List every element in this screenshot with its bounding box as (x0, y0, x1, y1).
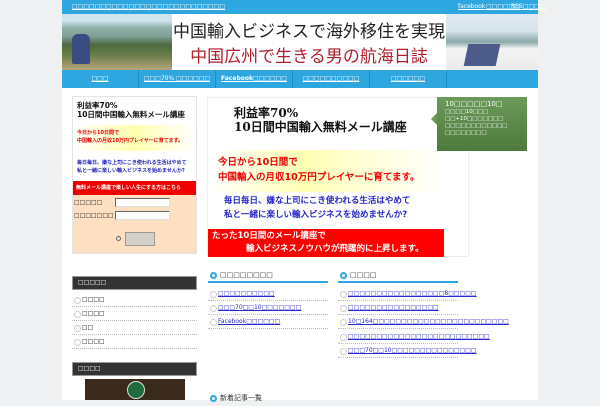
banner-yellow-line2: 中国輸入の月収10万円プレイヤーに育てます。 (218, 172, 420, 183)
list-item[interactable]: 10□164□□□□□□□□□□□□□□□□□□□□□□□□ (338, 315, 509, 329)
ring-icon (340, 272, 347, 279)
section-heading-left: □□□□□□□□ (208, 269, 328, 283)
ring-icon (210, 272, 217, 279)
banner-title-line1: 利益率70% (234, 106, 299, 120)
page: □□□□□□□□□□□□□□□□□□□□□□□□□□□ facebook □□□… (62, 0, 545, 402)
nav-item-5[interactable]: □□□□□□ (370, 70, 447, 88)
name-label: □□□□□ (74, 199, 103, 206)
banner-title: 利益率70% 10日間中国輸入無料メール講座 (234, 106, 407, 134)
submit-button[interactable] (125, 232, 155, 246)
banner-red-line2: 輸入ビジネスノウハウが飛躍的に上昇します。 (246, 244, 424, 254)
callout-line: □□+10□□□□□□□ (445, 116, 504, 122)
ring-icon (210, 395, 217, 402)
form-yellow-line2: 中国輸入の月収10万円プレイヤーに育てます。 (77, 138, 184, 144)
banner-blue-line2: 私と一緒に楽しい輸入ビジネスを始めませんか? (224, 210, 408, 220)
nav-item-2[interactable]: □□□70% □□□□□□ (139, 70, 216, 88)
form-cta: 無料メール講座で楽しい人生にする方はこちら (73, 181, 196, 195)
rss-link[interactable]: RSS□□□□ (511, 3, 545, 10)
signup-form: 利益率70% 10日間中国輸入無料メール講座 今日から10日間で中国輸入の月収10… (72, 96, 197, 254)
sidebar-item[interactable]: □□□□ (72, 335, 197, 349)
banner-title-line2: 10日間中国輸入無料メール講座 (234, 120, 407, 134)
banner-yellow: 今日から10日間で中国輸入の月収10万円プレイヤーに育てます。 (208, 150, 446, 192)
sidebar-item[interactable]: □□□□ (72, 307, 197, 321)
banner-red-line1: たった10日間のメール講座で (212, 231, 326, 241)
section-title: 新着記事一覧 (220, 394, 262, 402)
sidebar-item[interactable]: □□□□ (72, 293, 197, 307)
form-yellow: 今日から10日間で中国輸入の月収10万円プレイヤーに育てます。 (73, 125, 196, 151)
list-item[interactable]: □□□□□□□□□□ (208, 287, 328, 301)
facebook-link[interactable]: facebook (458, 3, 485, 10)
callout-title: 10□□□□□10□ (445, 100, 503, 108)
header-banner[interactable]: 中国輸入ビジネスで海外移住を実現 中国広州で生きる男の航海日誌 (62, 14, 538, 70)
list-item[interactable]: □□□□□□□□□□□□□□□□□8□□□□□ (338, 287, 477, 301)
starbucks-logo-icon (127, 381, 145, 399)
main-nav: □□□ □□□70% □□□□□□ Facebook□□□□□□ □□□□□□□… (62, 70, 538, 88)
site-title: 中国輸入ビジネスで海外移住を実現 (173, 22, 445, 42)
list-item[interactable]: □□□70□□10□□□□□□□□□□□□□□□ (338, 344, 477, 358)
list-item[interactable]: Facebook□□□□□□ (208, 315, 328, 329)
callout-line: □□□□□□□□□□□□ (445, 123, 508, 129)
form-title: 利益率70% 10日間中国輸入無料メール講座 (77, 101, 185, 119)
section-heading-right: □□□□ (338, 269, 458, 283)
radio-button[interactable] (116, 236, 121, 241)
callout-box: 10□□□□□10□ □□□□10□□□ □□+10□□□□□□□ □□□□□□… (431, 97, 527, 151)
sidebar-item[interactable]: □□ (72, 321, 197, 335)
form-blue-line2: 私と一緒に楽しい輸入ビジネスを始めませんか? (77, 168, 185, 174)
banner-yellow-line1: 今日から10日間で (218, 157, 298, 168)
nav-facebook[interactable]: Facebook□□□□□□ (216, 70, 293, 88)
nav-item-6 (447, 70, 524, 88)
callout-line: □□□□10□□□ (445, 109, 489, 115)
form-yellow-line1: 今日から10日間で (77, 130, 119, 136)
section-title: □□□□ (350, 271, 377, 279)
banner-red: たった10日間のメール講座で輸入ビジネスノウハウが飛躍的に上昇します。 (208, 229, 444, 257)
top-bar: □□□□□□□□□□□□□□□□□□□□□□□□□□□ facebook □□□… (62, 0, 545, 14)
callout-line: □□□□□□□□ (445, 130, 487, 136)
course-banner[interactable]: 利益率70% 10日間中国輸入無料メール講座 今日から10日間で中国輸入の月収10… (207, 97, 469, 257)
section-title: □□□□□□□□ (220, 271, 273, 279)
form-title-line1: 利益率70% (77, 101, 118, 110)
sidebar-heading-profile: □□□□ (72, 362, 197, 376)
form-fields: □□□□□ □□□□□□□ (73, 195, 196, 253)
email-label: □□□□□□□ (74, 212, 114, 219)
section-heading-new: 新着記事一覧 (208, 392, 328, 406)
list-item[interactable]: □□□□□□□□□□□□□□□□ (338, 301, 458, 315)
sidebar-heading-categories: □□□□□ (72, 276, 197, 290)
banner-blue-line1: 毎日毎日、嫌な上司にこき使われる生活はやめて (224, 196, 411, 206)
form-title-line2: 10日間中国輸入無料メール講座 (77, 110, 185, 119)
name-input[interactable] (115, 198, 170, 207)
form-blue-line1: 毎日毎日、嫌な上司にこき使われる生活はやめて (77, 160, 187, 166)
nav-home[interactable]: □□□ (62, 70, 139, 88)
person-figure (72, 34, 90, 64)
form-blue: 毎日毎日、嫌な上司にこき使われる生活はやめて 私と一緒に楽しい輸入ビジネスを始めま… (77, 159, 187, 175)
list-item[interactable]: □□□□□□□□□□□□□□□□□□□□□□□□□ (338, 330, 490, 344)
banner-blue: 毎日毎日、嫌な上司にこき使われる生活はやめて 私と一緒に楽しい輸入ビジネスを始めま… (224, 194, 410, 222)
list-item[interactable]: □□□70□□10□□□□□□□ (208, 301, 328, 315)
site-link[interactable]: □□□□□□□□□□□□□□□□□□□□□□□□□□□ (72, 3, 225, 10)
nav-item-4[interactable]: □□□□□□□□□□ (293, 70, 370, 88)
laptop-figure (463, 44, 501, 66)
email-input[interactable] (115, 211, 170, 220)
profile-photo (85, 379, 185, 400)
site-subtitle: 中国広州で生きる男の航海日誌 (190, 47, 428, 67)
